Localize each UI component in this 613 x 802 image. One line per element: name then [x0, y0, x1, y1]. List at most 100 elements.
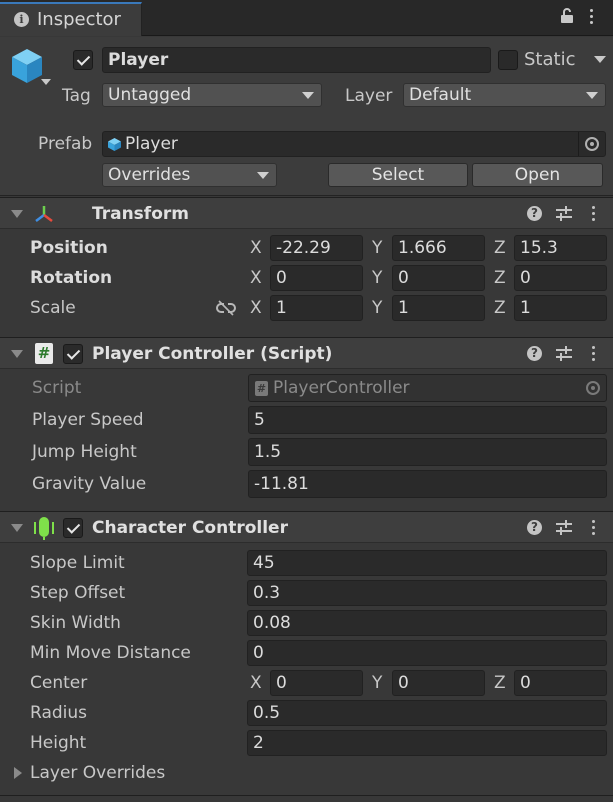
script-label: Script: [32, 378, 82, 398]
layer-label: Layer: [345, 86, 393, 106]
tag-dropdown[interactable]: Untagged: [102, 83, 322, 107]
position-label: Position: [30, 238, 108, 258]
prefab-field[interactable]: Player: [102, 131, 606, 157]
layer-overrides-label[interactable]: Layer Overrides: [30, 763, 165, 783]
character-controller-header[interactable]: Character Controller ?: [0, 511, 613, 543]
position-z-input[interactable]: 15.3: [514, 235, 607, 261]
scale-y-input[interactable]: 1: [392, 295, 485, 321]
player-speed-input[interactable]: 5: [248, 406, 607, 434]
divider: [578, 132, 579, 156]
icon-dropdown-arrow-icon[interactable]: [41, 79, 51, 85]
gameobject-header: Player Static Tag Untagged Layer Default…: [0, 37, 613, 196]
character-controller-enabled-checkbox[interactable]: [63, 518, 83, 538]
scale-x-input[interactable]: 1: [270, 295, 363, 321]
axis-y-label: Y: [372, 268, 383, 288]
player-controller-header[interactable]: # Player Controller (Script) ?: [0, 337, 613, 369]
center-z-input[interactable]: 0: [514, 670, 607, 696]
rotation-z-input[interactable]: 0: [514, 265, 607, 291]
info-icon: i: [14, 12, 29, 27]
foldout-icon[interactable]: [11, 524, 23, 532]
gameobject-name-input[interactable]: Player: [102, 47, 491, 73]
rotation-label: Rotation: [30, 268, 113, 288]
component-menu-icon[interactable]: [592, 346, 596, 362]
character-controller-icon: [34, 517, 54, 540]
height-label: Height: [30, 733, 87, 753]
chevron-down-icon: [257, 172, 269, 179]
layer-value: Default: [409, 85, 472, 105]
min-move-distance-input[interactable]: 0: [247, 640, 607, 666]
help-icon[interactable]: ?: [527, 206, 542, 221]
tab-menu-icon[interactable]: [588, 7, 596, 27]
tag-value: Untagged: [108, 85, 192, 105]
script-hash-icon: #: [35, 343, 53, 364]
static-label: Static: [524, 49, 576, 70]
step-offset-input[interactable]: 0.3: [247, 580, 607, 606]
position-y-input[interactable]: 1.666: [392, 235, 485, 261]
script-file-icon: #: [255, 381, 268, 396]
prefab-cube-icon: [108, 138, 121, 151]
foldout-icon[interactable]: [11, 210, 23, 218]
object-picker-icon: [586, 381, 600, 395]
scale-z-input[interactable]: 1: [514, 295, 607, 321]
slope-limit-input[interactable]: 45: [247, 550, 607, 576]
player-controller-enabled-checkbox[interactable]: [63, 344, 83, 364]
axis-y-label: Y: [372, 238, 383, 258]
layer-dropdown[interactable]: Default: [403, 83, 606, 107]
prefab-value: Player: [125, 134, 178, 154]
select-button[interactable]: Select: [328, 163, 468, 187]
radius-label: Radius: [30, 703, 88, 723]
axis-y-label: Y: [372, 673, 383, 693]
tab-bar: i Inspector: [0, 0, 613, 36]
script-value: PlayerController: [273, 378, 410, 398]
scale-label: Scale: [30, 298, 76, 318]
player-speed-label: Player Speed: [32, 410, 144, 430]
step-offset-label: Step Offset: [30, 583, 126, 603]
gravity-value-input[interactable]: -11.81: [248, 470, 607, 498]
center-x-input[interactable]: 0: [270, 670, 363, 696]
help-icon[interactable]: ?: [527, 346, 542, 361]
presets-icon[interactable]: [556, 206, 572, 221]
constrain-proportions-icon[interactable]: [216, 300, 236, 316]
presets-icon[interactable]: [556, 346, 572, 361]
help-icon[interactable]: ?: [527, 520, 542, 535]
rotation-x-input[interactable]: 0: [270, 265, 363, 291]
position-x-input[interactable]: -22.29: [270, 235, 363, 261]
player-controller-title: Player Controller (Script): [92, 344, 333, 364]
transform-icon: [35, 206, 53, 222]
overrides-dropdown[interactable]: Overrides: [102, 163, 277, 187]
axis-x-label: X: [250, 268, 262, 288]
component-menu-icon[interactable]: [592, 520, 596, 536]
radius-input[interactable]: 0.5: [247, 700, 607, 726]
component-menu-icon[interactable]: [592, 206, 596, 222]
slope-limit-label: Slope Limit: [30, 553, 125, 573]
static-checkbox[interactable]: [498, 50, 518, 70]
axis-z-label: Z: [494, 268, 506, 288]
gravity-value-label: Gravity Value: [32, 474, 147, 494]
axis-z-label: Z: [494, 298, 506, 318]
open-button[interactable]: Open: [472, 163, 603, 187]
axis-z-label: Z: [494, 238, 506, 258]
jump-height-input[interactable]: 1.5: [248, 438, 607, 466]
skin-width-input[interactable]: 0.08: [247, 610, 607, 636]
center-y-input[interactable]: 0: [392, 670, 485, 696]
presets-icon[interactable]: [556, 520, 572, 535]
character-controller-title: Character Controller: [92, 518, 288, 538]
static-dropdown-icon[interactable]: [594, 56, 606, 63]
skin-width-label: Skin Width: [30, 613, 121, 633]
layer-overrides-foldout-icon[interactable]: [14, 767, 22, 779]
center-label: Center: [30, 673, 88, 693]
transform-title: Transform: [92, 204, 189, 224]
gameobject-cube-icon[interactable]: [10, 47, 44, 85]
tab-label: Inspector: [37, 9, 121, 30]
tab-inspector[interactable]: i Inspector: [0, 2, 142, 36]
prefab-label: Prefab: [38, 134, 93, 154]
transform-header[interactable]: Transform ?: [0, 197, 613, 229]
active-checkbox[interactable]: [73, 50, 93, 70]
foldout-icon[interactable]: [11, 350, 23, 358]
height-input[interactable]: 2: [247, 730, 607, 756]
rotation-y-input[interactable]: 0: [392, 265, 485, 291]
lock-icon[interactable]: [560, 8, 574, 24]
jump-height-label: Jump Height: [32, 442, 137, 462]
axis-z-label: Z: [494, 673, 506, 693]
object-picker-icon[interactable]: [585, 137, 599, 151]
